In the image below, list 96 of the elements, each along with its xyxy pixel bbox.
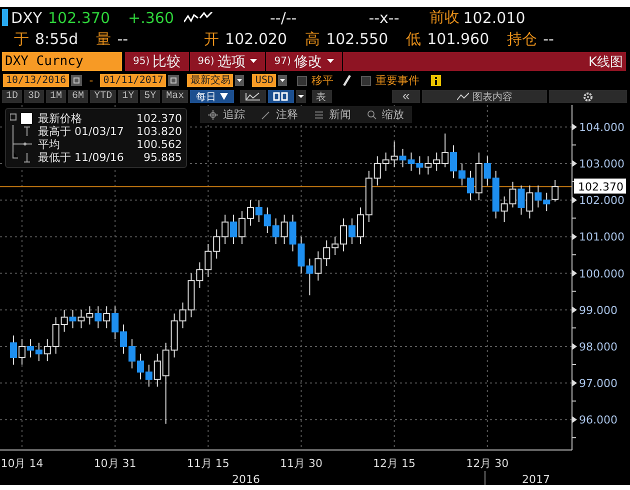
security-field[interactable]: DXY Curncy	[2, 52, 122, 71]
dropdown-icon[interactable]	[296, 90, 306, 103]
y-axis-label: 103.000	[579, 158, 624, 171]
y-axis-label: 99.000	[579, 304, 618, 317]
stat-value: --	[117, 30, 128, 48]
price-tag: 102.370	[574, 178, 626, 194]
caret-icon	[220, 93, 228, 100]
date-separator: -	[89, 74, 94, 87]
tool-button[interactable]: 缩放	[359, 106, 412, 123]
caret-icon	[250, 59, 258, 64]
tool-button[interactable]: 新闻	[306, 106, 359, 123]
dropdown-icon[interactable]	[278, 75, 288, 86]
info-icon[interactable]	[431, 75, 442, 86]
checkbox[interactable]	[297, 76, 308, 86]
stat-value: 102.020	[225, 30, 288, 48]
news-icon	[314, 110, 324, 120]
table-button[interactable]: 表	[312, 90, 332, 103]
stat-label: 开	[204, 30, 220, 48]
pencil-icon[interactable]	[343, 75, 352, 86]
checkbox[interactable]	[361, 76, 372, 86]
stat-value: --	[543, 30, 554, 48]
start-date-field[interactable]: 10/13/2016	[3, 74, 70, 87]
x-axis-label: 12月 15	[373, 457, 416, 470]
tool-button[interactable]: 追踪	[200, 106, 253, 123]
period-button[interactable]: 3D	[24, 90, 44, 103]
tool-button[interactable]: 注释	[253, 106, 306, 123]
calendar-icon[interactable]	[168, 75, 180, 86]
view-title: K线图	[588, 54, 623, 70]
candlestick-icon[interactable]	[268, 90, 294, 103]
legend-label: 最高于 01/03/17	[38, 124, 124, 139]
option-label[interactable]: 移平	[311, 73, 334, 88]
period-button[interactable]: 6M	[68, 90, 88, 103]
y-axis-label: 97.000	[579, 377, 618, 390]
calendar-icon[interactable]	[71, 75, 82, 86]
legend-label: 最低于 11/09/16	[38, 150, 124, 165]
bid-ask-size: --x--	[368, 8, 400, 26]
action-button[interactable]: 95) 比较	[125, 52, 190, 71]
ticker: DXY	[11, 8, 42, 26]
action-button[interactable]: 96) 选项	[190, 52, 266, 71]
x-axis-label: 11月 15	[186, 457, 230, 470]
stat-label: 高	[305, 30, 320, 48]
legend-value: 103.820	[136, 125, 182, 138]
legend-label: 平均	[38, 137, 60, 152]
stat-value: 102.010	[463, 8, 526, 26]
frequency-dropdown[interactable]: 每日	[190, 90, 234, 103]
pencil-icon	[261, 110, 271, 120]
period-button[interactable]: 1Y	[118, 90, 138, 103]
year-label: 2017	[522, 473, 550, 485]
period-button[interactable]: YTD	[90, 90, 116, 103]
dropdown-icon[interactable]	[235, 75, 244, 86]
option-label[interactable]: 重要事件	[375, 73, 420, 88]
y-axis-label: 104.000	[579, 120, 624, 134]
period-button[interactable]: 1M	[46, 90, 66, 103]
legend-value: 95.885	[144, 151, 182, 164]
period-button[interactable]: 1D	[2, 90, 22, 103]
legend-value: 102.370	[136, 112, 182, 125]
ticker-marker	[2, 9, 8, 26]
end-date-field[interactable]: 01/11/2017	[100, 74, 166, 87]
settings-button[interactable]	[549, 90, 627, 103]
stat-label: 持仓	[507, 30, 538, 48]
x-axis-label: 11月 30	[280, 457, 322, 470]
x-axis-label: 10月 14	[0, 457, 44, 470]
bid-ask: --/--	[270, 8, 297, 26]
action-button[interactable]: 97) 修改	[266, 52, 343, 71]
y-axis-label: 100.000	[579, 267, 624, 280]
sparkline-icon	[184, 12, 214, 24]
x-axis-label: 10月 31	[94, 457, 136, 470]
stat-value: 102.550	[326, 30, 388, 48]
stat-label: 低	[406, 30, 422, 48]
x-axis-label: 12月 30	[466, 457, 509, 470]
crosshair-icon	[208, 110, 218, 120]
stat-value: 8:55d	[35, 30, 78, 48]
y-axis-label: 102.000	[579, 194, 624, 208]
search-icon	[367, 110, 377, 120]
last-price: 102.370	[48, 8, 110, 26]
stat-value: 101.960	[427, 30, 490, 48]
year-label: 2016	[232, 473, 260, 485]
stat-label: 前收	[429, 8, 460, 27]
legend-value: 100.562	[136, 138, 182, 151]
settings-icon	[583, 92, 593, 102]
legend-label: 最新价格	[38, 111, 82, 126]
line-chart-icon[interactable]	[240, 90, 266, 103]
y-axis-label: 101.000	[579, 230, 624, 244]
price-change: +.360	[128, 8, 174, 26]
period-button[interactable]: 5Y	[140, 90, 160, 103]
y-axis-label: 96.000	[579, 414, 618, 427]
period-button[interactable]: Max	[162, 90, 188, 103]
currency-dropdown[interactable]: USD	[252, 74, 276, 87]
caret-icon	[326, 59, 334, 64]
collapse-button[interactable]: «	[392, 90, 420, 103]
stat-label: 量	[96, 30, 112, 48]
stat-label: 于	[14, 30, 29, 48]
price-field-dropdown[interactable]: 最新交易	[187, 74, 234, 87]
y-axis-label: 98.000	[579, 340, 618, 354]
chart-contents-button[interactable]: 图表内容	[422, 90, 547, 103]
chart-icon	[456, 92, 468, 101]
